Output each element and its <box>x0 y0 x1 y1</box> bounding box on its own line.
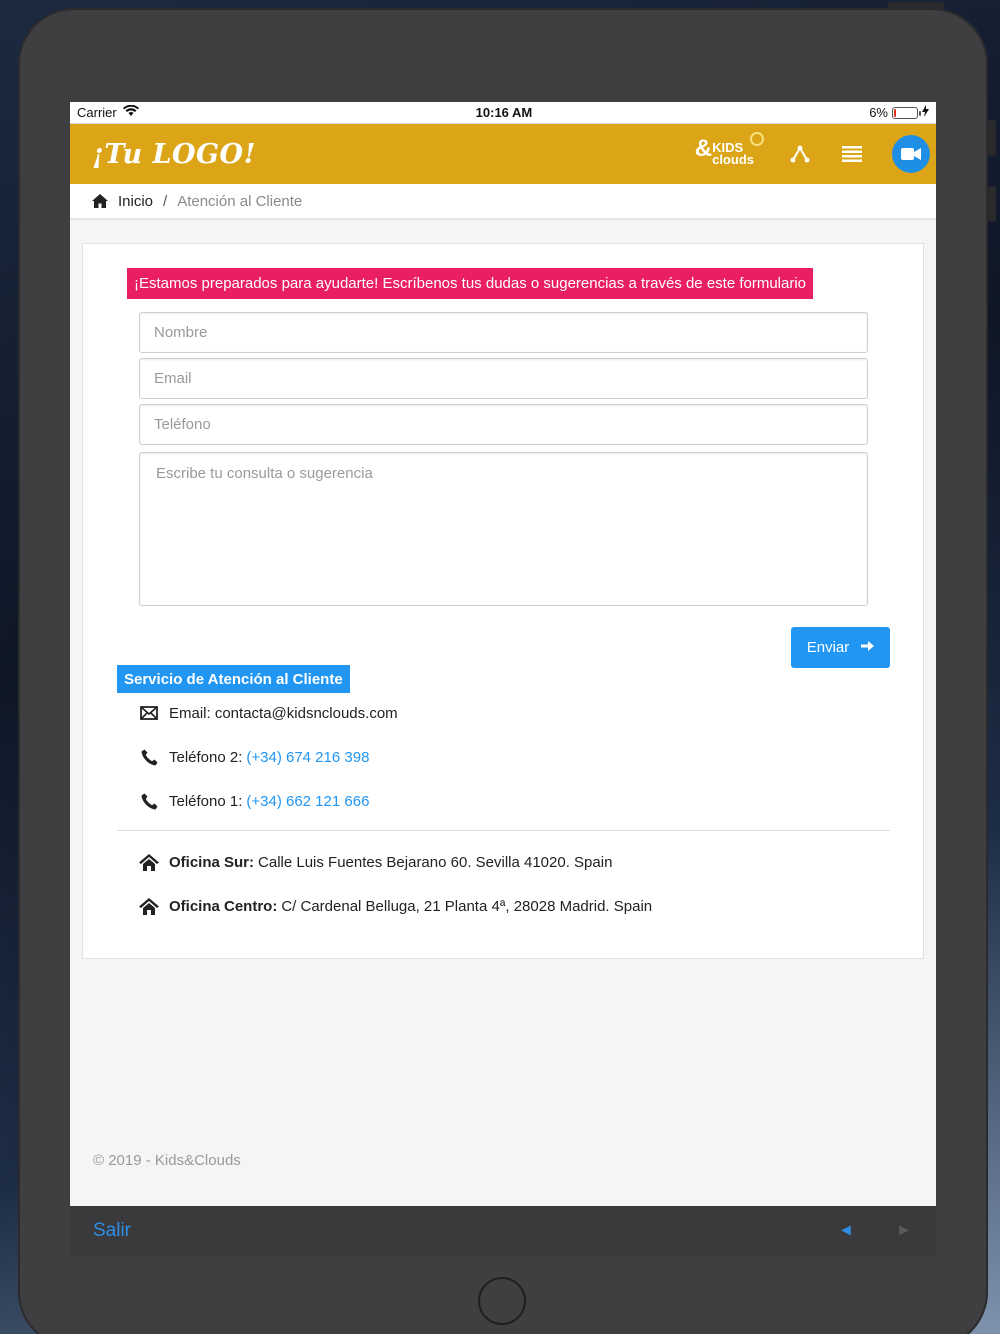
power-button <box>888 2 944 10</box>
app-logo[interactable]: ¡Tu LOGO! <box>92 139 256 170</box>
video-camera-icon[interactable] <box>892 135 930 173</box>
clock: 10:16 AM <box>475 105 533 120</box>
battery-icon <box>891 106 921 119</box>
volume-down-button <box>988 186 996 222</box>
office-south-address: Calle Luis Fuentes Bejarano 60. Sevilla … <box>258 853 613 871</box>
send-button-label: Enviar <box>806 639 850 656</box>
phone1-link[interactable]: (+34) 662 121 666 <box>246 793 369 810</box>
arrow-right-icon <box>861 639 875 656</box>
charging-bolt-icon <box>921 105 929 120</box>
back-arrow-icon[interactable]: ◄ <box>838 1222 854 1240</box>
phone1-label: Teléfono 1: <box>169 792 243 810</box>
breadcrumb-current: Atención al Cliente <box>177 192 303 210</box>
office-center-row: Oficina Centro: C/ Cardenal Belluga, 21 … <box>139 896 652 916</box>
phone-icon <box>139 791 159 811</box>
phone-input[interactable] <box>139 404 868 445</box>
phone2-link[interactable]: (+34) 674 216 398 <box>246 749 369 766</box>
home-button[interactable] <box>478 1277 526 1325</box>
kids-clouds-logo[interactable]: &KIDS clouds <box>695 132 764 167</box>
email-row: Email: contacta@kidsnclouds.com <box>139 703 398 723</box>
brand-bottom: clouds <box>712 152 754 167</box>
contact-email[interactable]: Email: contacta@kidsnclouds.com <box>169 705 398 722</box>
carrier-label: Carrier <box>77 105 117 120</box>
envelope-icon <box>139 703 159 723</box>
wifi-icon <box>122 104 139 120</box>
app-header: ¡Tu LOGO! &KIDS clouds <box>70 124 936 184</box>
contact-card: ¡Estamos preparados para ayudarte! Escrí… <box>82 243 924 959</box>
menu-icon[interactable] <box>840 142 864 166</box>
home-icon <box>139 852 159 872</box>
battery-percent: 6% <box>869 105 888 120</box>
email-input[interactable] <box>139 358 868 399</box>
webview-toolbar: Salir ◄ ► <box>70 1206 936 1256</box>
breadcrumb-home-link[interactable]: Inicio <box>118 193 153 210</box>
brand-amp: & <box>694 135 713 162</box>
phone2-row: Teléfono 2: (+34) 674 216 398 <box>139 747 369 767</box>
phone-icon <box>139 747 159 767</box>
customer-service-title: Servicio de Atención al Cliente <box>117 665 350 693</box>
status-bar: Carrier 10:16 AM 6% <box>70 102 936 124</box>
exit-button[interactable]: Salir <box>93 1220 131 1242</box>
name-input[interactable] <box>139 312 868 353</box>
breadcrumb: Inicio / Atención al Cliente <box>70 184 936 220</box>
footer-copyright: © 2019 - Kids&Clouds <box>93 1152 241 1169</box>
divider <box>117 830 890 831</box>
app-screen: Carrier 10:16 AM 6% ¡Tu LOGO! &KIDS cloud… <box>70 102 936 1256</box>
office-south-label: Oficina Sur: <box>169 853 255 871</box>
office-center-address: C/ Cardenal Belluga, 21 Planta 4ª, 28028… <box>281 897 653 915</box>
volume-up-button <box>988 120 996 156</box>
breadcrumb-separator: / <box>163 192 168 210</box>
office-south-row: Oficina Sur: Calle Luis Fuentes Bejarano… <box>139 852 612 872</box>
intro-banner: ¡Estamos preparados para ayudarte! Escrí… <box>127 268 814 299</box>
phone2-label: Teléfono 2: <box>169 748 243 766</box>
send-button[interactable]: Enviar <box>791 627 890 668</box>
home-icon[interactable] <box>92 194 108 208</box>
home-icon <box>139 896 159 916</box>
office-center-label: Oficina Centro: <box>169 897 278 915</box>
share-icon[interactable] <box>788 142 812 166</box>
message-textarea[interactable] <box>139 452 868 606</box>
forward-arrow-icon[interactable]: ► <box>896 1222 912 1240</box>
phone1-row: Teléfono 1: (+34) 662 121 666 <box>139 791 369 811</box>
